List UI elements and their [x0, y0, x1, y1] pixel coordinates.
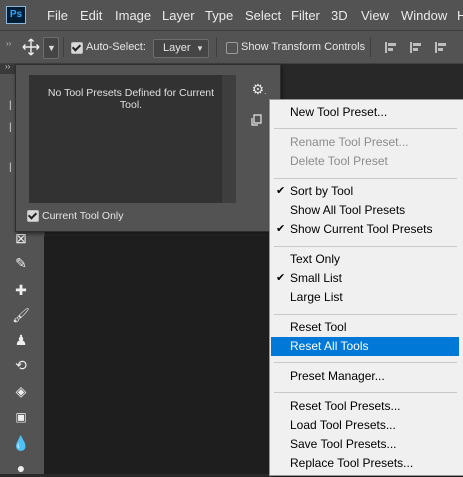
auto-select-checkbox[interactable] — [71, 42, 83, 54]
current-tool-only-label: Current Tool Only — [42, 210, 124, 222]
tool-presets-list[interactable]: No Tool Presets Defined for Current Tool… — [29, 75, 235, 203]
menu-item-show-current-tool-presets[interactable]: ✔ Show Current Tool Presets — [271, 220, 459, 239]
options-bar: ›› ▼ Auto-Select: Layer ▼ Show Transform… — [0, 31, 463, 64]
checkmark-icon: ✔ — [276, 272, 286, 284]
menu-item-label: Save Tool Presets... — [290, 437, 397, 451]
show-transform-controls-checkbox[interactable] — [226, 42, 238, 54]
menu-separator — [274, 392, 457, 393]
menu-item-label: Preset Manager... — [290, 369, 385, 383]
menu-item-save-tool-presets[interactable]: Save Tool Presets... — [271, 435, 459, 454]
clone-stamp-tool-icon[interactable]: ♟ — [12, 331, 30, 349]
menu-view[interactable]: View — [361, 8, 389, 23]
menu-item-label: New Tool Preset... — [290, 105, 388, 119]
menu-item-label: Load Tool Presets... — [290, 418, 396, 432]
menu-type[interactable]: Type — [205, 8, 233, 23]
menu-image[interactable]: Image — [115, 8, 151, 23]
menu-separator — [274, 362, 457, 363]
divider — [370, 37, 371, 57]
menu-help[interactable]: H — [457, 8, 463, 23]
tool-separator: | — [9, 100, 12, 111]
menu-edit[interactable]: Edit — [80, 8, 102, 23]
chevron-down-icon: . — [264, 87, 267, 96]
menu-item-label: Reset Tool — [290, 320, 347, 334]
tool-preset-picker[interactable]: ▼ — [43, 37, 59, 59]
menu-separator — [274, 314, 457, 315]
menu-item-new-tool-preset[interactable]: New Tool Preset... — [271, 103, 459, 122]
empty-presets-message: No Tool Presets Defined for Current Tool… — [47, 87, 215, 111]
photoshop-logo: Ps — [6, 6, 26, 24]
menu-item-sort-by-tool[interactable]: ✔ Sort by Tool — [271, 182, 459, 201]
blur-tool-icon[interactable]: 💧 — [12, 434, 30, 452]
chevron-down-icon: ▼ — [47, 43, 56, 53]
checkmark-icon: ✔ — [276, 223, 286, 235]
dodge-tool-icon[interactable]: ● — [12, 459, 30, 477]
canvas-area[interactable] — [44, 236, 274, 474]
divider — [216, 37, 217, 57]
auto-select-label: Auto-Select: — [86, 41, 146, 53]
menu-file[interactable]: File — [47, 8, 68, 23]
menu-item-load-tool-presets[interactable]: Load Tool Presets... — [271, 416, 459, 435]
panel-grip-icon: ›› — [6, 39, 12, 48]
divider — [63, 37, 64, 57]
menu-separator — [274, 246, 457, 247]
menu-item-replace-tool-presets[interactable]: Replace Tool Presets... — [271, 454, 459, 473]
checkmark-icon: ✔ — [276, 185, 286, 197]
menu-bar: Ps File Edit Image Layer Type Select Fil… — [0, 0, 463, 31]
menu-separator — [274, 128, 457, 129]
menu-item-show-all-tool-presets[interactable]: Show All Tool Presets — [271, 201, 459, 220]
eyedropper-tool-icon[interactable]: ✎ — [12, 254, 30, 272]
panel-flyout-menu: New Tool Preset... Rename Tool Preset... D… — [269, 99, 463, 476]
menu-item-label: Text Only — [290, 252, 341, 266]
menu-item-reset-tool[interactable]: Reset Tool — [271, 318, 459, 337]
collapse-icon[interactable]: ›› — [5, 62, 10, 71]
menu-separator — [274, 178, 457, 179]
show-transform-controls-label: Show Transform Controls — [241, 41, 366, 53]
menu-item-small-list[interactable]: ✔ Small List — [271, 269, 459, 288]
move-tool-icon[interactable] — [22, 38, 40, 56]
menu-item-rename-tool-preset: Rename Tool Preset... — [271, 133, 459, 152]
align-left-icon[interactable] — [385, 42, 399, 53]
tool-separator: | — [9, 162, 12, 173]
chevron-down-icon: ▼ — [196, 44, 204, 53]
menu-filter[interactable]: Filter — [291, 8, 320, 23]
menu-3d[interactable]: 3D — [331, 8, 348, 23]
menu-item-text-only[interactable]: Text Only — [271, 250, 459, 269]
align-right-icon[interactable] — [435, 42, 449, 53]
menu-item-label: Large List — [290, 290, 343, 304]
brush-tool-icon[interactable]: 🖌 — [12, 306, 30, 324]
menu-item-reset-all-tools[interactable]: Reset All Tools — [271, 337, 459, 356]
menu-item-reset-tool-presets[interactable]: Reset Tool Presets... — [271, 397, 459, 416]
panel-menu-button[interactable]: ⚙. — [247, 79, 271, 99]
new-preset-icon — [251, 114, 262, 126]
menu-item-label: Replace Tool Presets... — [290, 456, 414, 470]
tool-separator: | — [9, 122, 12, 133]
menu-layer[interactable]: Layer — [162, 8, 195, 23]
tool-presets-panel: No Tool Presets Defined for Current Tool… — [15, 64, 281, 232]
menu-select[interactable]: Select — [245, 8, 281, 23]
menu-item-label: Rename Tool Preset... — [290, 135, 409, 149]
menu-item-large-list[interactable]: Large List — [271, 288, 459, 307]
auto-select-target-value: Layer — [163, 42, 191, 54]
align-center-icon[interactable] — [410, 42, 424, 53]
menu-item-delete-tool-preset: Delete Tool Preset — [271, 152, 459, 171]
menu-item-label: Sort by Tool — [290, 184, 354, 198]
menu-item-preset-manager[interactable]: Preset Manager... — [271, 367, 459, 386]
current-tool-only-checkbox[interactable] — [27, 210, 39, 222]
create-new-preset-button[interactable] — [249, 111, 265, 127]
menu-item-label: Delete Tool Preset — [290, 154, 388, 168]
menu-item-label: Small List — [290, 271, 343, 285]
auto-select-target-dropdown[interactable]: Layer ▼ — [153, 39, 209, 58]
gradient-tool-icon[interactable]: ▣ — [12, 408, 30, 426]
menu-window[interactable]: Window — [401, 8, 447, 23]
healing-brush-tool-icon[interactable]: ✚ — [12, 281, 30, 299]
tool-presets-scrollbar[interactable] — [222, 75, 236, 203]
history-brush-tool-icon[interactable]: ⟲ — [12, 356, 30, 374]
menu-item-label: Show All Tool Presets — [290, 203, 406, 217]
eraser-tool-icon[interactable]: ◈ — [12, 382, 30, 400]
menu-item-label: Show Current Tool Presets — [290, 222, 433, 236]
gear-icon: ⚙ — [251, 81, 265, 97]
menu-item-label: Reset Tool Presets... — [290, 399, 401, 413]
menu-item-label: Reset All Tools — [290, 339, 369, 353]
